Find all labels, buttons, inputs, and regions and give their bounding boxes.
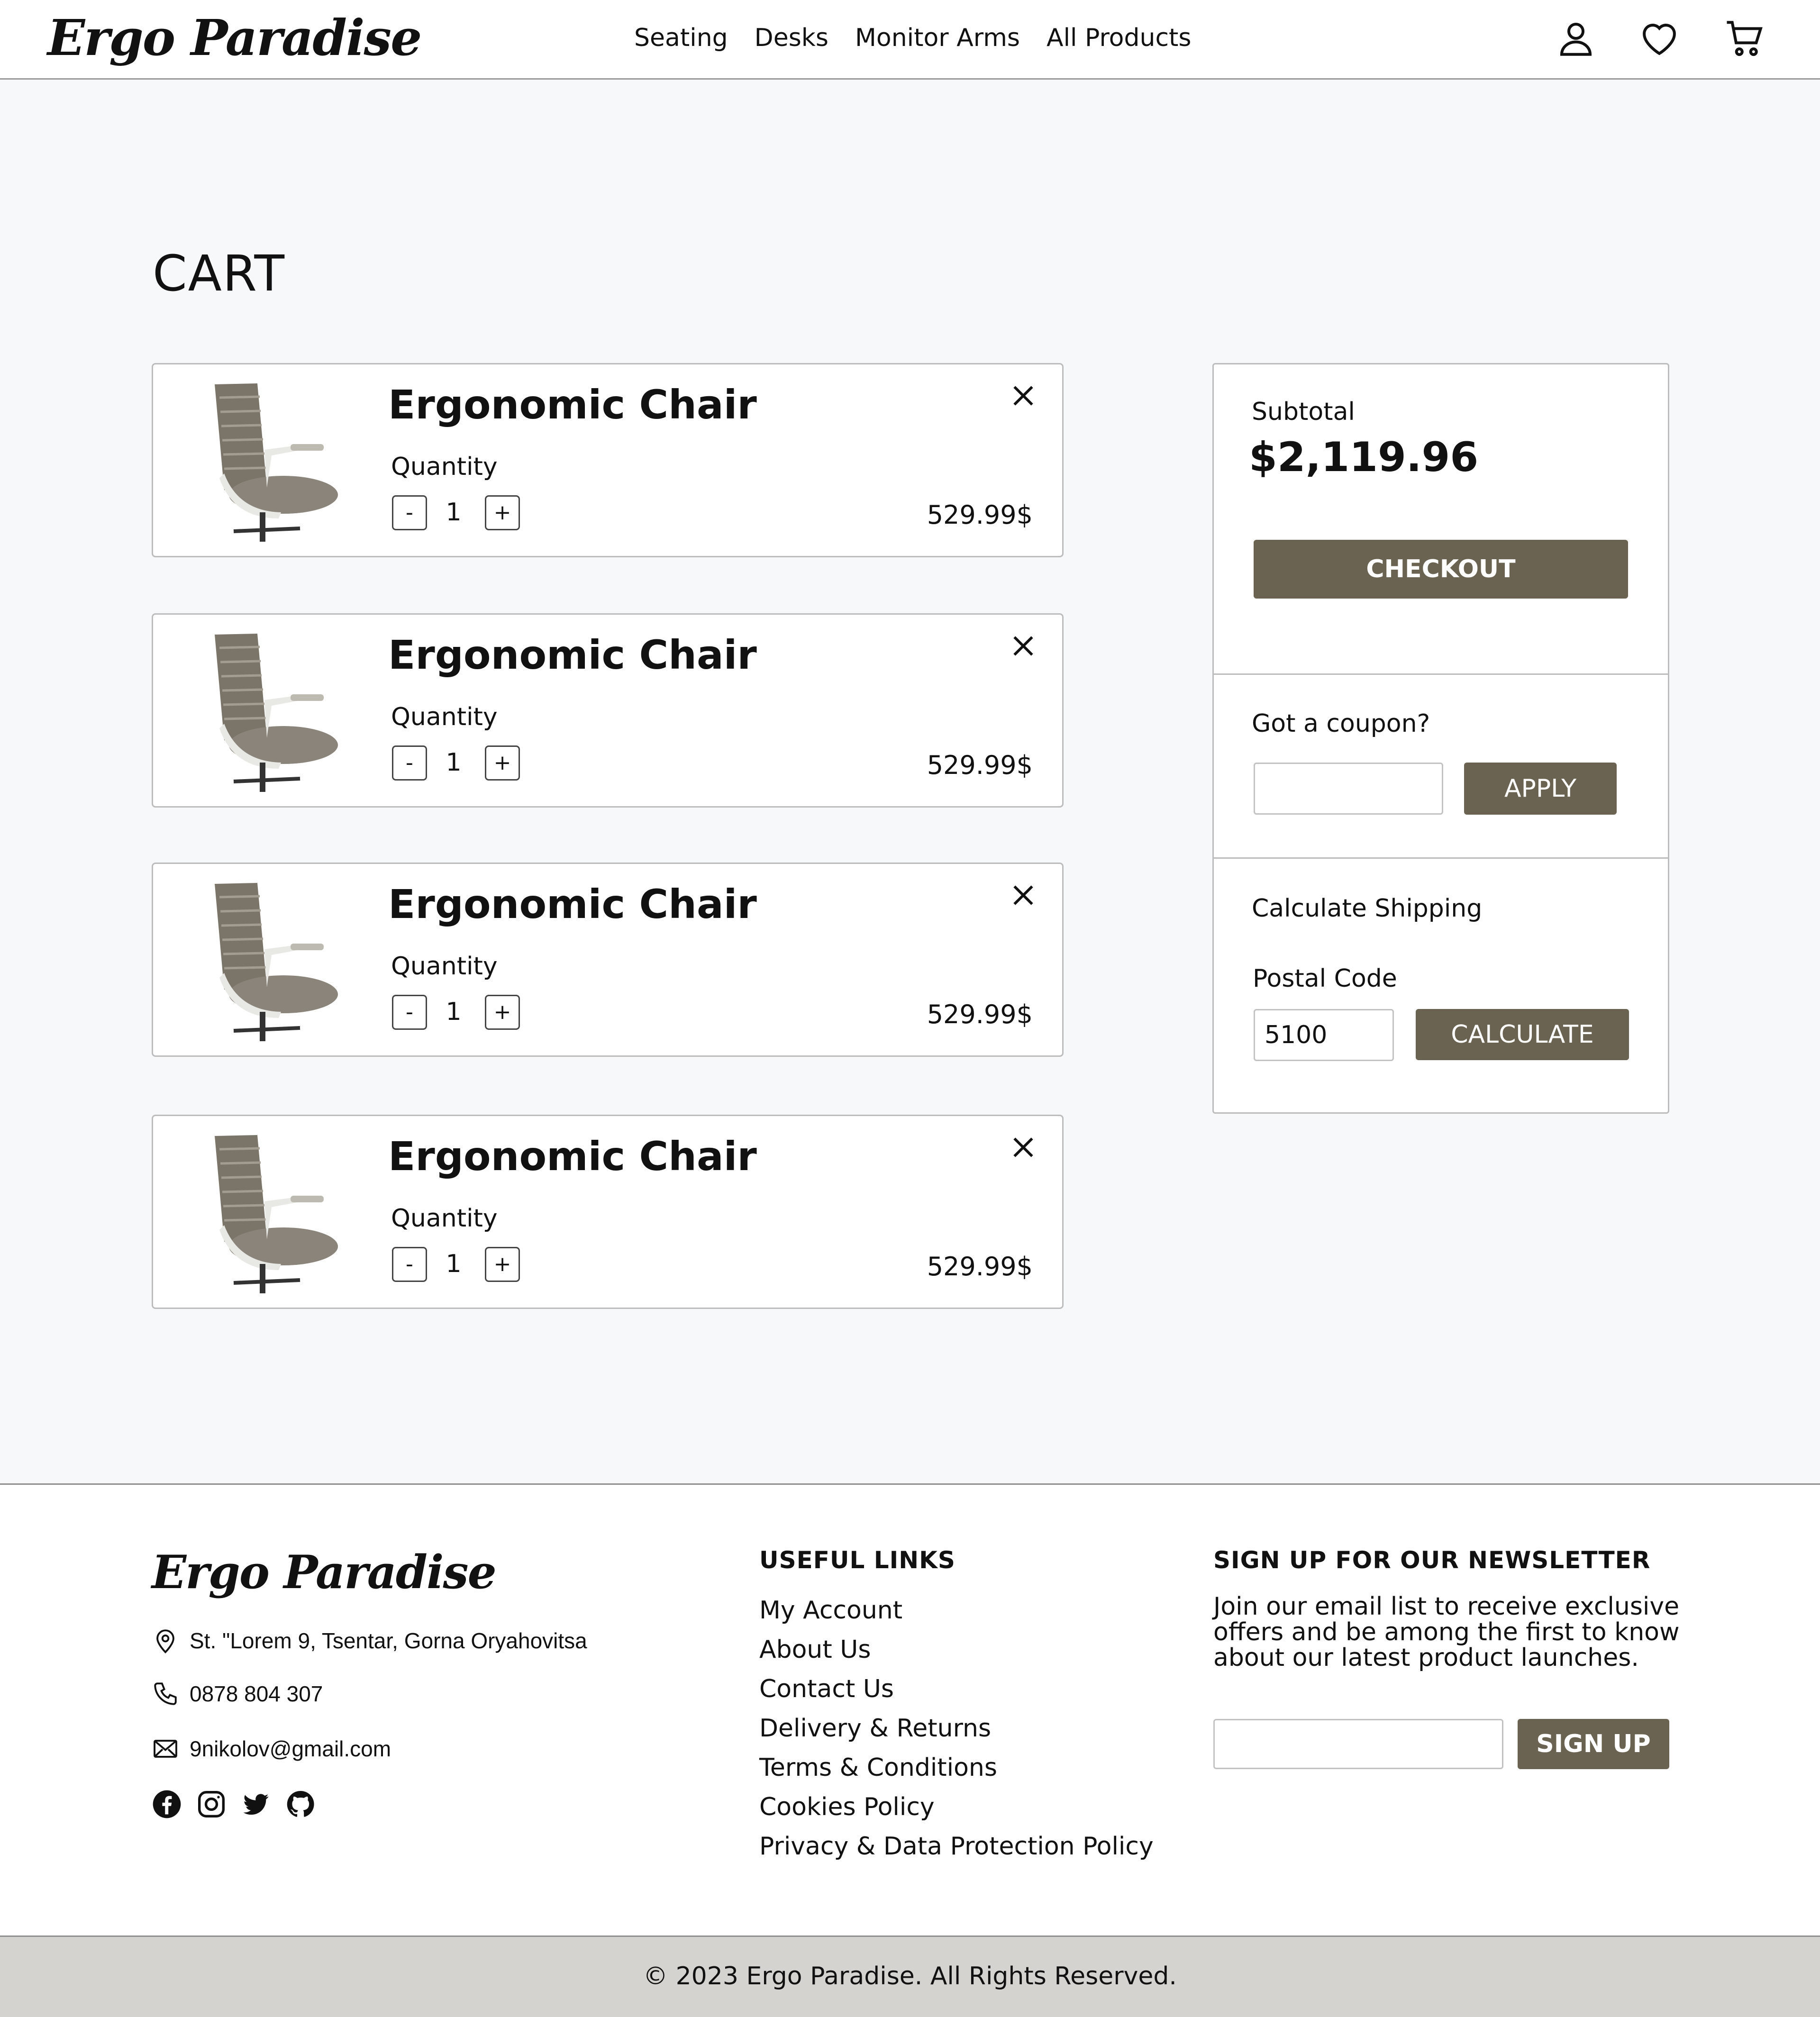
github-icon[interactable] <box>285 1789 316 1819</box>
copyright-text: © 2023 Ergo Paradise. All Rights Reserve… <box>643 1962 1177 1990</box>
newsletter-heading: SIGN UP FOR OUR NEWSLETTER <box>1213 1546 1651 1574</box>
item-price: 529.99$ <box>927 500 1033 530</box>
quantity-label: Quantity <box>391 1204 498 1233</box>
product-image[interactable] <box>196 878 338 1044</box>
product-name[interactable]: Ergonomic Chair <box>388 632 757 678</box>
increase-quantity-button[interactable]: + <box>485 495 520 530</box>
newsletter-description: Join our email list to receive exclusive… <box>1213 1592 1680 1672</box>
email-text: 9nikolov@gmail.com <box>190 1736 391 1761</box>
page-title: CART <box>153 245 285 302</box>
decrease-quantity-button[interactable]: - <box>392 1247 427 1282</box>
checkout-button[interactable]: CHECKOUT <box>1254 540 1628 599</box>
product-name[interactable]: Ergonomic Chair <box>388 1133 757 1180</box>
site-header: Ergo Paradise Seating Desks Monitor Arms… <box>0 0 1820 80</box>
quantity-value: 1 <box>446 1250 462 1278</box>
footer-logo[interactable]: Ergo Paradise <box>152 1545 497 1599</box>
location-pin-icon <box>156 1629 174 1654</box>
item-price: 529.99$ <box>927 999 1033 1029</box>
product-name[interactable]: Ergonomic Chair <box>388 382 757 428</box>
decrease-quantity-button[interactable]: - <box>392 495 427 530</box>
quantity-value: 1 <box>446 748 462 777</box>
decrease-quantity-button[interactable]: - <box>392 745 427 781</box>
cart-item: Ergonomic Chair Quantity - 1 + 529.99$ <box>152 863 1064 1057</box>
mail-icon <box>154 1740 177 1758</box>
postal-code-label: Postal Code <box>1253 964 1397 993</box>
cart-item: Ergonomic Chair Quantity - 1 + 529.99$ <box>152 613 1064 808</box>
product-image[interactable] <box>196 1130 338 1296</box>
quantity-value: 1 <box>446 498 462 527</box>
brand-logo[interactable]: Ergo Paradise <box>47 9 422 67</box>
item-price: 529.99$ <box>927 1252 1033 1281</box>
increase-quantity-button[interactable]: + <box>485 1247 520 1282</box>
quantity-value: 1 <box>446 998 462 1026</box>
nav-desks[interactable]: Desks <box>755 24 828 52</box>
twitter-icon[interactable] <box>241 1789 271 1819</box>
link-cookies-policy[interactable]: Cookies Policy <box>759 1790 1154 1830</box>
main-nav: Seating Desks Monitor Arms All Products <box>634 24 1192 52</box>
useful-links: My Account About Us Contact Us Delivery … <box>759 1594 1154 1869</box>
link-terms-conditions[interactable]: Terms & Conditions <box>759 1751 1154 1790</box>
site-footer: Ergo Paradise St. "Lorem 9, Tsentar, Gor… <box>0 1485 1820 1935</box>
cart-icon[interactable] <box>1723 17 1766 60</box>
order-summary: Subtotal $2,119.96 CHECKOUT Got a coupon… <box>1212 363 1669 1114</box>
link-my-account[interactable]: My Account <box>759 1594 1154 1633</box>
calculate-shipping-button[interactable]: CALCULATE <box>1416 1009 1629 1060</box>
coupon-input[interactable] <box>1254 763 1443 815</box>
link-about-us[interactable]: About Us <box>759 1633 1154 1672</box>
social-links <box>152 1789 316 1819</box>
cart-item: Ergonomic Chair Quantity - 1 + 529.99$ <box>152 1115 1064 1309</box>
close-icon[interactable] <box>1010 882 1037 909</box>
address-text: St. "Lorem 9, Tsentar, Gorna Oryahovitsa <box>190 1628 587 1653</box>
instagram-icon[interactable] <box>196 1789 227 1819</box>
apply-coupon-button[interactable]: APPLY <box>1464 763 1617 815</box>
link-privacy-policy[interactable]: Privacy & Data Protection Policy <box>759 1830 1154 1869</box>
item-price: 529.99$ <box>927 750 1033 780</box>
cart-item: Ergonomic Chair Quantity - 1 + 529.99$ <box>152 363 1064 557</box>
product-image[interactable] <box>196 629 338 795</box>
shipping-label: Calculate Shipping <box>1252 894 1483 923</box>
nav-seating[interactable]: Seating <box>634 24 728 52</box>
footer-address: St. "Lorem 9, Tsentar, Gorna Oryahovitsa <box>152 1627 587 1654</box>
quantity-label: Quantity <box>391 453 498 481</box>
postal-code-input[interactable] <box>1254 1009 1394 1061</box>
footer-phone: 0878 804 307 <box>152 1680 323 1708</box>
newsletter-signup-button[interactable]: SIGN UP <box>1518 1719 1669 1769</box>
close-icon[interactable] <box>1010 382 1037 409</box>
product-name[interactable]: Ergonomic Chair <box>388 881 757 927</box>
product-image[interactable] <box>196 379 338 545</box>
copyright-bar: © 2023 Ergo Paradise. All Rights Reserve… <box>0 1935 1820 2017</box>
heart-icon[interactable] <box>1638 17 1681 60</box>
close-icon[interactable] <box>1010 633 1037 659</box>
increase-quantity-button[interactable]: + <box>485 745 520 781</box>
divider <box>1214 857 1668 859</box>
divider <box>1214 673 1668 675</box>
subtotal-value: $2,119.96 <box>1249 434 1479 481</box>
coupon-label: Got a coupon? <box>1252 709 1430 738</box>
increase-quantity-button[interactable]: + <box>485 995 520 1030</box>
phone-text: 0878 804 307 <box>190 1681 323 1706</box>
link-contact-us[interactable]: Contact Us <box>759 1672 1154 1712</box>
quantity-label: Quantity <box>391 952 498 981</box>
close-icon[interactable] <box>1010 1134 1037 1161</box>
subtotal-label: Subtotal <box>1252 398 1355 426</box>
nav-monitor-arms[interactable]: Monitor Arms <box>855 24 1020 52</box>
nav-all-products[interactable]: All Products <box>1046 24 1192 52</box>
useful-links-heading: USEFUL LINKS <box>759 1546 956 1574</box>
facebook-icon[interactable] <box>152 1789 182 1819</box>
user-icon[interactable] <box>1555 17 1597 60</box>
decrease-quantity-button[interactable]: - <box>392 995 427 1030</box>
newsletter-email-input[interactable] <box>1213 1719 1503 1769</box>
quantity-label: Quantity <box>391 703 498 731</box>
phone-icon <box>154 1682 177 1705</box>
footer-email: 9nikolov@gmail.com <box>152 1735 391 1763</box>
link-delivery-returns[interactable]: Delivery & Returns <box>759 1712 1154 1751</box>
